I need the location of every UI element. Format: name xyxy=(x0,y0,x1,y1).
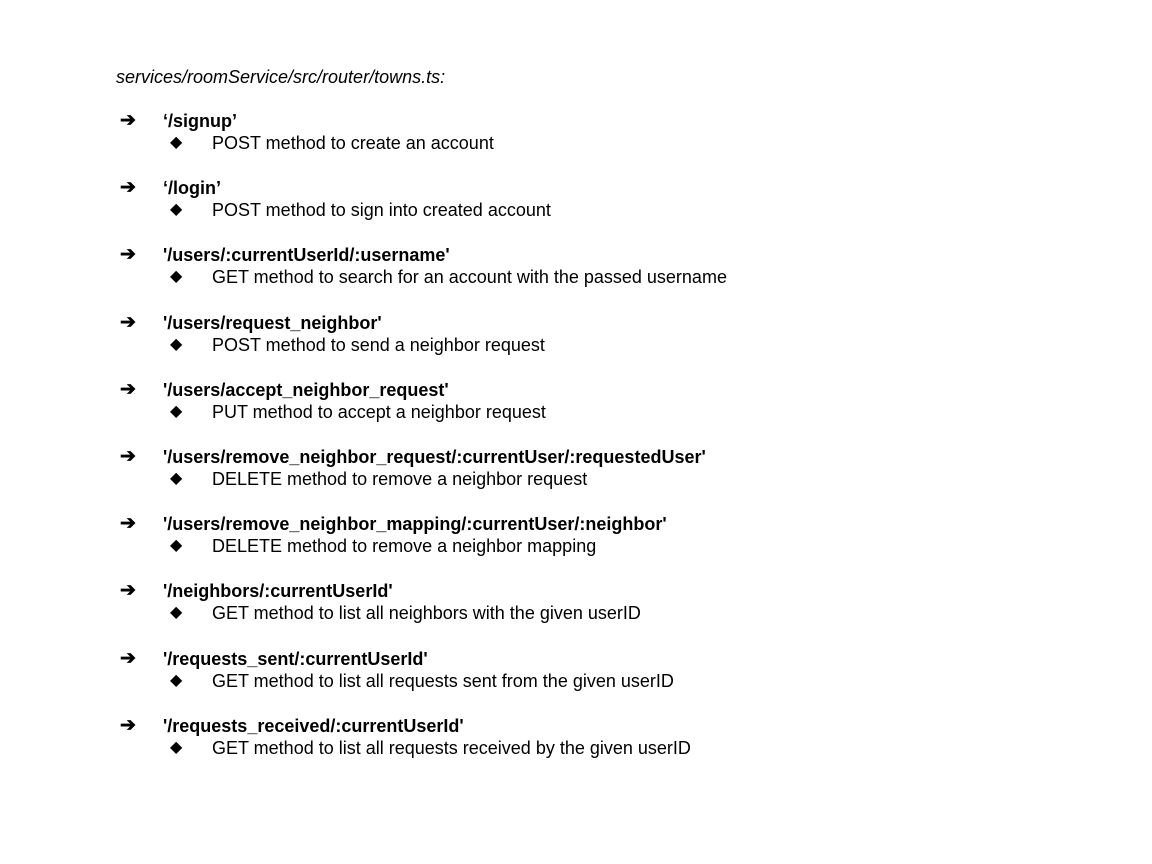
route-description: POST method to send a neighbor request xyxy=(212,334,545,355)
diamond-icon: ◆ xyxy=(170,201,183,219)
route-description-line: ◆ GET method to list all neighbors with … xyxy=(0,602,1152,624)
route-description: POST method to sign into created account xyxy=(212,200,551,221)
diamond-icon: ◆ xyxy=(170,402,183,420)
route-description-line: ◆ DELETE method to remove a neighbor map… xyxy=(0,535,1152,557)
route-line: ➔ '/requests_received/:currentUserId' xyxy=(0,715,1152,737)
route-path: ‘/signup’ xyxy=(163,111,237,131)
diamond-icon: ◆ xyxy=(170,134,183,151)
route-item: ➔ '/users/remove_neighbor_mapping/:curre… xyxy=(0,513,1152,580)
route-description: DELETE method to remove a neighbor mappi… xyxy=(212,536,597,557)
route-line: ➔ '/users/request_neighbor' xyxy=(0,312,1152,334)
route-description: GET method to list all neighbors with th… xyxy=(212,603,641,624)
arrow-right-icon: ➔ xyxy=(120,311,136,333)
arrow-right-icon: ➔ xyxy=(120,580,136,602)
route-path: '/neighbors/:currentUserId' xyxy=(163,581,393,602)
route-path: '/requests_sent/:currentUserId' xyxy=(163,648,428,669)
route-item: ➔ '/users/request_neighbor' ◆ POST metho… xyxy=(0,312,1152,379)
diamond-icon: ◆ xyxy=(170,335,183,353)
route-description: PUT method to accept a neighbor request xyxy=(212,401,546,422)
route-item: ➔ '/users/accept_neighbor_request' ◆ PUT… xyxy=(0,379,1152,446)
arrow-right-icon: ➔ xyxy=(120,110,136,131)
arrow-right-icon: ➔ xyxy=(120,177,136,199)
route-line: ➔ '/requests_sent/:currentUserId' xyxy=(0,648,1152,670)
route-path: ‘/login’ xyxy=(163,178,221,199)
route-description-line: ◆ GET method to list all requests sent f… xyxy=(0,670,1152,692)
route-path: '/requests_received/:currentUserId' xyxy=(163,715,464,736)
diamond-icon: ◆ xyxy=(170,738,183,756)
arrow-right-icon: ➔ xyxy=(120,714,136,736)
route-item: ➔ '/requests_received/:currentUserId' ◆ … xyxy=(0,715,1152,782)
document-page: services/roomService/src/router/towns.ts… xyxy=(0,0,1152,864)
arrow-right-icon: ➔ xyxy=(120,647,136,669)
route-description: GET method to list all requests sent fro… xyxy=(212,670,674,691)
route-path: '/users/request_neighbor' xyxy=(163,312,382,333)
route-path: '/users/accept_neighbor_request' xyxy=(163,379,449,400)
diamond-icon: ◆ xyxy=(170,469,183,487)
route-description: GET method to search for an account with… xyxy=(212,267,727,288)
route-line: ➔ '/users/remove_neighbor_mapping/:curre… xyxy=(0,513,1152,535)
diamond-icon: ◆ xyxy=(170,268,183,286)
route-description-line: ◆ GET method to search for an account wi… xyxy=(0,266,1152,288)
arrow-right-icon: ➔ xyxy=(120,244,136,266)
route-item: ➔ '/requests_sent/:currentUserId' ◆ GET … xyxy=(0,648,1152,715)
route-description-line: ◆ PUT method to accept a neighbor reques… xyxy=(0,401,1152,423)
route-path: '/users/remove_neighbor_request/:current… xyxy=(163,446,706,467)
route-description-line: ◆ GET method to list all requests receiv… xyxy=(0,737,1152,759)
diamond-icon: ◆ xyxy=(170,671,183,689)
route-description: POST method to create an account xyxy=(212,133,494,153)
route-description: DELETE method to remove a neighbor reque… xyxy=(212,468,588,489)
route-description: GET method to list all requests received… xyxy=(212,737,691,758)
route-description-line: ◆ POST method to create an account xyxy=(0,132,1152,154)
route-line: ➔ '/users/accept_neighbor_request' xyxy=(0,379,1152,401)
route-description-line: ◆ DELETE method to remove a neighbor req… xyxy=(0,468,1152,490)
diamond-icon: ◆ xyxy=(170,604,183,622)
route-item: ➔ ‘/login’ ◆ POST method to sign into cr… xyxy=(0,177,1152,244)
route-item: ➔ '/users/remove_neighbor_request/:curre… xyxy=(0,446,1152,513)
route-line: ➔ '/users/:currentUserId/:username' xyxy=(0,244,1152,266)
route-item: ➔ '/neighbors/:currentUserId' ◆ GET meth… xyxy=(0,580,1152,647)
route-item: ➔ '/users/:currentUserId/:username' ◆ GE… xyxy=(0,244,1152,311)
route-line: ➔ '/users/remove_neighbor_request/:curre… xyxy=(0,446,1152,468)
route-path: '/users/:currentUserId/:username' xyxy=(163,245,450,266)
route-path: '/users/remove_neighbor_mapping/:current… xyxy=(163,514,667,535)
route-description-line: ◆ POST method to sign into created accou… xyxy=(0,199,1152,221)
diamond-icon: ◆ xyxy=(170,537,183,555)
route-line: ➔ ‘/signup’ xyxy=(0,110,1152,132)
file-path-heading: services/roomService/src/router/towns.ts… xyxy=(116,67,446,87)
arrow-right-icon: ➔ xyxy=(120,445,136,467)
route-list: ➔ ‘/signup’ ◆ POST method to create an a… xyxy=(0,110,1152,782)
route-item: ➔ ‘/signup’ ◆ POST method to create an a… xyxy=(0,110,1152,177)
arrow-right-icon: ➔ xyxy=(120,513,136,535)
route-description-line: ◆ POST method to send a neighbor request xyxy=(0,334,1152,356)
route-line: ➔ '/neighbors/:currentUserId' xyxy=(0,580,1152,602)
arrow-right-icon: ➔ xyxy=(120,378,136,400)
route-line: ➔ ‘/login’ xyxy=(0,177,1152,199)
